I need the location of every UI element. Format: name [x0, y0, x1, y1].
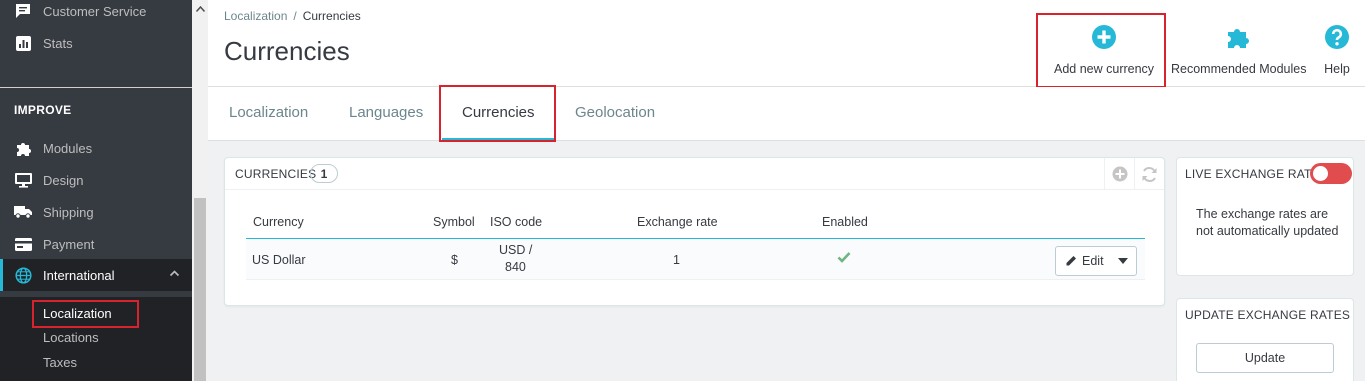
sidebar-item-payment[interactable]: Payment: [0, 228, 192, 260]
update-exchange-rates-panel: UPDATE EXCHANGE RATES Update: [1176, 298, 1354, 381]
sidebar-subitem-taxes[interactable]: Taxes: [43, 355, 77, 370]
monitor-icon: [14, 171, 32, 189]
live-exchange-rates-panel: LIVE EXCHANGE RATES The exchange rates a…: [1176, 157, 1354, 276]
sidebar-divider: [0, 87, 192, 88]
sidebar-subitem-locations[interactable]: Locations: [43, 330, 99, 345]
sidebar-item-label: Customer Service: [43, 3, 147, 19]
sidebar-item-modules[interactable]: Modules: [0, 132, 192, 164]
help-button[interactable]: Help: [1324, 24, 1350, 76]
table-row[interactable]: US Dollar $ USD / 840 1: [246, 239, 1145, 280]
update-exchange-rates-title: UPDATE EXCHANGE RATES: [1185, 308, 1351, 322]
tab-bar: Localization Languages Currencies Geoloc…: [208, 87, 1365, 141]
scroll-up-arrow-icon[interactable]: [192, 0, 208, 18]
currencies-panel: CURRENCIES 1 Currency Symbol ISO code Ex…: [224, 157, 1165, 306]
sidebar-item-label: Payment: [43, 236, 95, 252]
toggle-knob: [1313, 166, 1328, 181]
sidebar-item-label: Modules: [43, 140, 93, 156]
sidebar-item-label: Shipping: [43, 204, 94, 220]
help-label: Help: [1324, 62, 1350, 76]
caret-down-icon: [1118, 258, 1129, 264]
column-header-iso-code[interactable]: ISO code: [490, 215, 542, 229]
tab-geolocation[interactable]: Geolocation: [575, 104, 655, 121]
breadcrumb: Localization / Currencies: [224, 9, 361, 23]
sidebar-item-label: International: [43, 267, 115, 283]
recommended-modules-button[interactable]: Recommended Modules: [1171, 24, 1307, 76]
edit-dropdown-toggle[interactable]: [1110, 247, 1136, 275]
sidebar-item-stats[interactable]: Stats: [0, 27, 192, 59]
column-header-symbol[interactable]: Symbol: [433, 215, 475, 229]
recommended-modules-label: Recommended Modules: [1171, 62, 1307, 76]
live-exchange-rates-title: LIVE EXCHANGE RATES: [1185, 167, 1328, 181]
chat-icon: [14, 2, 32, 20]
sidebar-scrollbar-thumb[interactable]: [194, 198, 206, 381]
breadcrumb-link[interactable]: Localization: [224, 9, 287, 23]
page-header: Localization / Currencies Currencies Add n…: [208, 0, 1365, 87]
sidebar-section-title: IMPROVE: [14, 103, 72, 117]
edit-button[interactable]: Edit: [1056, 247, 1110, 275]
stats-icon: [14, 34, 32, 52]
iso-code-line1: USD /: [499, 243, 533, 257]
sidebar-item-customer-service[interactable]: Customer Service: [0, 0, 192, 27]
live-exchange-rates-toggle[interactable]: [1310, 163, 1352, 184]
puzzle-icon: [14, 139, 32, 157]
pencil-icon: [1066, 256, 1076, 266]
page-title: Currencies: [224, 36, 350, 66]
highlight-box: [1036, 13, 1166, 88]
currency-name: US Dollar: [252, 253, 306, 267]
column-header-exchange-rate[interactable]: Exchange rate: [637, 215, 718, 229]
currency-symbol: $: [451, 253, 458, 267]
panel-actions: [1104, 158, 1164, 190]
breadcrumb-separator: /: [293, 9, 297, 23]
iso-code-line2: 840: [505, 260, 526, 274]
tab-localization[interactable]: Localization: [229, 104, 308, 121]
add-icon[interactable]: [1104, 158, 1134, 190]
sidebar-item-shipping[interactable]: Shipping: [0, 196, 192, 228]
truck-icon: [14, 203, 32, 221]
puzzle-icon: [1227, 29, 1249, 48]
update-button[interactable]: Update: [1196, 343, 1334, 373]
sidebar-item-label: Stats: [43, 35, 73, 51]
column-header-enabled[interactable]: Enabled: [822, 215, 868, 229]
credit-card-icon: [14, 235, 32, 253]
help-icon: [1325, 25, 1349, 49]
tab-languages[interactable]: Languages: [349, 104, 423, 121]
refresh-icon[interactable]: [1134, 158, 1164, 190]
exchange-rate: 1: [673, 253, 680, 267]
edit-button-group: Edit: [1055, 246, 1137, 276]
highlight-box: [32, 300, 139, 328]
column-header-currency[interactable]: Currency: [253, 215, 304, 229]
panel-title: CURRENCIES: [235, 167, 317, 181]
globe-icon: [14, 266, 32, 284]
breadcrumb-current: Currencies: [302, 9, 361, 23]
checkmark-icon[interactable]: [837, 251, 851, 266]
edit-label: Edit: [1082, 254, 1104, 268]
count-badge: 1: [310, 164, 338, 183]
sidebar-item-label: Design: [43, 172, 84, 188]
sidebar: Customer Service Stats IMPROVE Modules D…: [0, 0, 192, 381]
panel-header: CURRENCIES 1: [225, 158, 1164, 190]
highlight-box: [439, 85, 556, 142]
live-exchange-rates-text: The exchange rates are not automatically…: [1196, 207, 1339, 238]
sidebar-item-international[interactable]: International: [0, 259, 192, 291]
sidebar-item-design[interactable]: Design: [0, 164, 192, 196]
chevron-up-icon: [169, 268, 180, 282]
